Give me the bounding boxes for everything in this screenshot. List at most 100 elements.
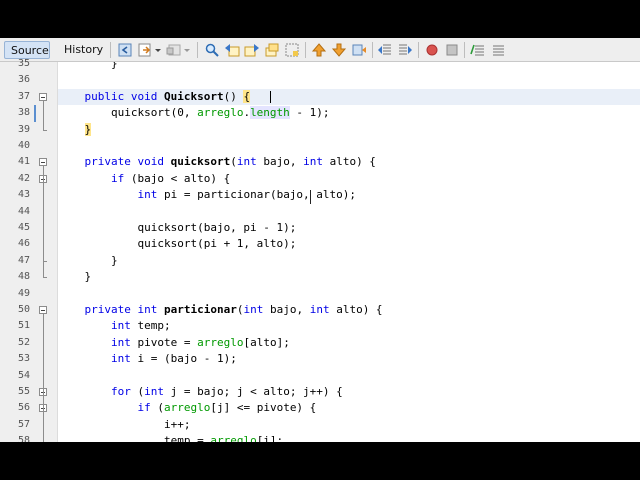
code-line[interactable]: [58, 286, 640, 302]
toolbar-separator: [464, 42, 465, 58]
code-line[interactable]: [58, 72, 640, 88]
code-line[interactable]: private int particionar(int bajo, int al…: [58, 302, 640, 318]
line-number: 43: [17, 189, 30, 201]
shift-right-icon[interactable]: [397, 42, 413, 58]
uncomment-icon[interactable]: [490, 42, 506, 58]
toolbar-separator: [418, 42, 419, 58]
forward-dropdown-icon[interactable]: [182, 42, 192, 58]
code-token: quicksort(pi + 1, alto);: [58, 237, 297, 251]
code-line[interactable]: public void Quicksort() {: [58, 88, 640, 105]
fold-collapse-icon[interactable]: [39, 306, 47, 314]
code-line[interactable]: int temp;: [58, 318, 640, 334]
fold-guide: [43, 314, 44, 442]
shift-left-icon[interactable]: [377, 42, 393, 58]
code-line[interactable]: temp = arreglo[i];: [58, 433, 640, 442]
code-token: int: [309, 303, 330, 316]
code-token: int: [243, 303, 264, 316]
code-line[interactable]: int pi = particionar(bajo, alto);: [58, 187, 640, 203]
code-token: int: [110, 352, 131, 366]
line-number: 42: [17, 172, 30, 184]
code-token: public void: [84, 89, 158, 103]
forward-icon[interactable]: [166, 42, 182, 58]
code-area[interactable]: } public void Quicksort() { quicksort(0,…: [58, 62, 640, 442]
fold-collapse-icon[interactable]: [39, 92, 47, 101]
code-line[interactable]: quicksort(0, arreglo.length - 1);: [58, 105, 640, 121]
line-number: 35: [17, 58, 30, 69]
toggle-highlight-icon[interactable]: [284, 42, 300, 58]
code-editor: Source History 35 36 37 38 39 40 41 42 43 44 45 46 4…: [0, 38, 640, 442]
line-number: 37: [17, 90, 30, 102]
code-token: temp =: [58, 434, 211, 442]
last-edit-icon[interactable]: [117, 42, 133, 58]
line-number: 39: [17, 123, 30, 135]
comment-icon[interactable]: [470, 42, 486, 58]
back-icon[interactable]: [137, 42, 153, 58]
line-number: 52: [17, 336, 30, 348]
macro-record-icon[interactable]: [424, 42, 440, 58]
code-token: i++;: [58, 417, 191, 431]
find-selection-icon[interactable]: [264, 42, 280, 58]
tab-history[interactable]: History: [58, 41, 104, 59]
code-line[interactable]: quicksort(bajo, pi - 1);: [58, 220, 640, 236]
code-token: private void: [84, 155, 164, 169]
code-line[interactable]: }: [58, 253, 640, 269]
code-line[interactable]: }: [58, 122, 640, 138]
code-line[interactable]: int i = (bajo - 1);: [58, 351, 640, 367]
code-line[interactable]: for (int j = bajo; j < alto; j++) {: [58, 384, 640, 400]
fold-guide: [43, 182, 44, 261]
code-token: for: [110, 385, 131, 398]
line-number: 55: [17, 386, 30, 397]
code-line[interactable]: int pivote = arreglo[alto];: [58, 335, 640, 351]
code-line[interactable]: [58, 368, 640, 384]
next-bookmark-icon[interactable]: [331, 42, 347, 58]
toolbar-separator: [305, 42, 306, 58]
code-token: quicksort(bajo, pi - 1);: [58, 221, 297, 234]
code-line[interactable]: }: [58, 269, 640, 285]
code-token: alto) {: [329, 303, 383, 316]
line-number: 41: [17, 156, 30, 168]
code-line[interactable]: [58, 138, 640, 154]
previous-bookmark-icon[interactable]: [311, 42, 327, 58]
code-line[interactable]: i++;: [58, 417, 640, 433]
find-next-icon[interactable]: [244, 42, 260, 58]
line-number: 49: [17, 287, 30, 299]
line-number: 47: [17, 254, 30, 266]
code-token: private int: [84, 303, 158, 316]
back-dropdown-icon[interactable]: [153, 42, 163, 58]
code-line[interactable]: if (arreglo[j] <= pivote) {: [58, 400, 640, 416]
modified-line-marker: [34, 105, 36, 122]
find-previous-icon[interactable]: [224, 42, 240, 58]
code-line[interactable]: if (bajo < alto) {: [58, 171, 640, 187]
line-number-gutter[interactable]: 35 36 37 38 39 40 41 42 43 44 45 46 47 48 49 50 51 52 53 54…: [0, 58, 58, 442]
code-token: (: [130, 385, 145, 398]
code-token: int: [144, 385, 164, 398]
fold-collapse-icon[interactable]: [39, 158, 47, 167]
code-token: temp;: [130, 319, 171, 333]
toolbar-separator: [110, 42, 111, 58]
code-token: {: [243, 89, 251, 103]
toggle-bookmark-icon[interactable]: [351, 42, 367, 58]
find-icon[interactable]: [204, 42, 220, 58]
macro-stop-icon[interactable]: [444, 42, 460, 58]
code-line[interactable]: [58, 204, 640, 220]
line-number: 44: [17, 205, 30, 217]
code-token: if: [137, 401, 151, 415]
code-line[interactable]: quicksort(pi + 1, alto);: [58, 236, 640, 252]
code-token: }: [58, 253, 118, 267]
code-token: if: [110, 171, 125, 185]
code-line[interactable]: }: [58, 62, 640, 72]
line-number: 50: [17, 304, 30, 315]
editor-toolbar: Source History: [0, 38, 640, 62]
line-number: 53: [17, 353, 30, 365]
code-token: arreglo: [163, 401, 211, 415]
code-line[interactable]: private void quicksort(int bajo, int alt…: [58, 154, 640, 170]
